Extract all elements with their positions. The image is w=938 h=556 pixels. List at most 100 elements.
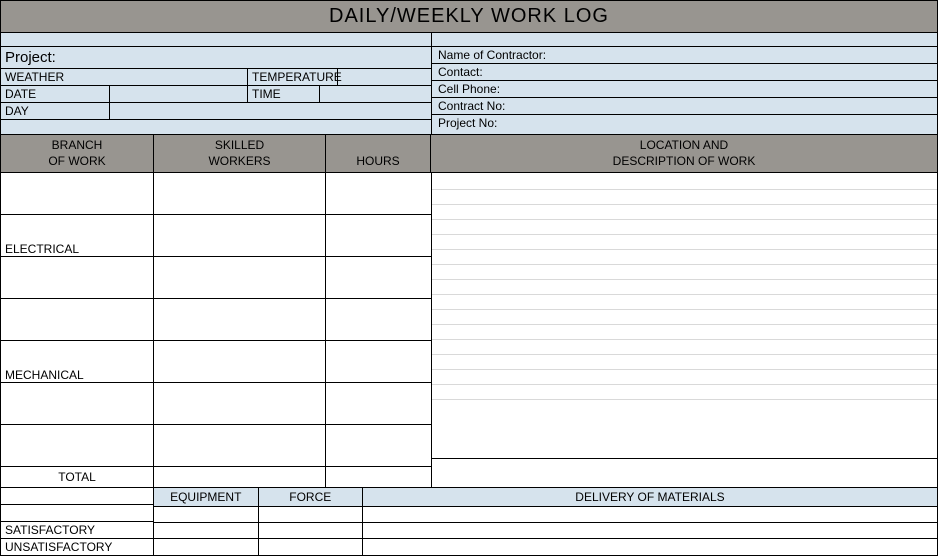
table-row <box>1 173 431 215</box>
description-line[interactable] <box>432 280 937 295</box>
branch-cell[interactable] <box>1 425 154 466</box>
day-value[interactable] <box>110 103 431 119</box>
bottom-right: DELIVERY OF MATERIALS <box>363 488 937 555</box>
description-line[interactable] <box>432 340 937 355</box>
equip-force-row <box>154 507 362 523</box>
branch-cell[interactable]: ELECTRICAL <box>1 215 154 256</box>
columns-header: BRANCH OF WORK SKILLED WORKERS HOURS LOC… <box>1 134 937 173</box>
mid-body: ELECTRICAL MECHANICAL <box>1 173 937 487</box>
hours-cell[interactable] <box>326 425 431 466</box>
description-lines <box>432 173 937 417</box>
description-line[interactable] <box>432 370 937 385</box>
force-cell[interactable] <box>259 523 363 538</box>
projectno-label: Project No: <box>432 115 937 131</box>
description-line[interactable] <box>432 250 937 265</box>
hours-cell[interactable] <box>326 341 431 382</box>
equipment-cell[interactable] <box>154 523 259 538</box>
description-line[interactable] <box>432 220 937 235</box>
table-row <box>1 425 431 467</box>
description-line[interactable] <box>432 400 937 415</box>
skilled-cell[interactable] <box>154 341 326 382</box>
branch-header-l1: BRANCH <box>52 138 103 152</box>
hours-cell[interactable] <box>326 173 431 214</box>
hours-header: HOURS <box>326 135 431 172</box>
description-blank[interactable] <box>432 417 937 459</box>
skilled-header-l1: SKILLED <box>215 138 264 152</box>
force-cell[interactable] <box>259 507 363 522</box>
header-left: Project: WEATHER TEMPERATURE DATE TIME D… <box>1 33 432 134</box>
hours-header-text: HOURS <box>356 154 399 168</box>
description-line[interactable] <box>432 175 937 190</box>
description-line[interactable] <box>432 385 937 400</box>
description-line[interactable] <box>432 295 937 310</box>
hours-cell[interactable] <box>326 299 431 340</box>
hours-cell[interactable] <box>326 383 431 424</box>
skilled-cell[interactable] <box>154 299 326 340</box>
weather-label: WEATHER <box>1 69 248 85</box>
skilled-cell[interactable] <box>154 425 326 466</box>
header-right: Name of Contractor: Contact: Cell Phone:… <box>432 33 937 134</box>
day-label: DAY <box>1 103 110 119</box>
spacer <box>1 33 431 47</box>
skilled-cell[interactable] <box>154 383 326 424</box>
branch-cell[interactable] <box>1 257 154 298</box>
delivery-row[interactable] <box>363 507 937 523</box>
total-skilled[interactable] <box>154 467 326 487</box>
hours-cell[interactable] <box>326 215 431 256</box>
description-line[interactable] <box>432 265 937 280</box>
contractor-label: Name of Contractor: <box>432 47 937 64</box>
bottom-mid: EQUIPMENT FORCE <box>154 488 363 555</box>
spacer <box>1 120 431 134</box>
branch-cell[interactable] <box>1 173 154 214</box>
equipment-cell[interactable] <box>154 507 259 522</box>
table-row <box>1 299 431 341</box>
contact-label: Contact: <box>432 64 937 81</box>
branch-cell[interactable] <box>1 299 154 340</box>
skilled-header-l2: WORKERS <box>208 154 270 168</box>
skilled-cell[interactable] <box>154 215 326 256</box>
description-line[interactable] <box>432 190 937 205</box>
contractno-label: Contract No: <box>432 98 937 115</box>
total-row: TOTAL <box>1 467 431 487</box>
delivery-header: DELIVERY OF MATERIALS <box>363 488 937 507</box>
skilled-header: SKILLED WORKERS <box>154 135 326 172</box>
table-row: ELECTRICAL <box>1 215 431 257</box>
temperature-value[interactable] <box>338 69 431 85</box>
location-header-l2: DESCRIPTION OF WORK <box>613 154 756 168</box>
description-area[interactable] <box>431 173 937 487</box>
delivery-row[interactable] <box>363 523 937 539</box>
description-line[interactable] <box>432 355 937 370</box>
equip-force-header: EQUIPMENT FORCE <box>154 488 362 507</box>
total-hours[interactable] <box>326 467 431 487</box>
cellphone-label: Cell Phone: <box>432 81 937 98</box>
equip-force-row <box>154 539 362 555</box>
equip-force-row <box>154 523 362 539</box>
date-value[interactable] <box>110 86 248 102</box>
force-cell[interactable] <box>259 539 363 555</box>
time-value[interactable] <box>320 86 431 102</box>
delivery-row[interactable] <box>363 539 937 555</box>
bottom-left: SATISFACTORY UNSATISFACTORY <box>1 488 154 555</box>
description-line[interactable] <box>432 325 937 340</box>
work-log-form: DAILY/WEEKLY WORK LOG Project: WEATHER T… <box>0 0 938 556</box>
hours-cell[interactable] <box>326 257 431 298</box>
location-header: LOCATION AND DESCRIPTION OF WORK <box>431 135 937 172</box>
weather-row: WEATHER TEMPERATURE <box>1 69 431 86</box>
branch-cell[interactable] <box>1 383 154 424</box>
unsatisfactory-label: UNSATISFACTORY <box>1 539 153 555</box>
equipment-cell[interactable] <box>154 539 259 555</box>
branch-header-l2: OF WORK <box>48 154 105 168</box>
branch-cell[interactable]: MECHANICAL <box>1 341 154 382</box>
project-label: Project: <box>1 47 431 69</box>
temperature-label: TEMPERATURE <box>248 69 338 85</box>
header-section: Project: WEATHER TEMPERATURE DATE TIME D… <box>1 33 937 134</box>
description-line[interactable] <box>432 205 937 220</box>
work-table: ELECTRICAL MECHANICAL <box>1 173 431 487</box>
satisfactory-label: SATISFACTORY <box>1 522 153 539</box>
description-line[interactable] <box>432 310 937 325</box>
date-label: DATE <box>1 86 110 102</box>
skilled-cell[interactable] <box>154 173 326 214</box>
description-line[interactable] <box>432 235 937 250</box>
skilled-cell[interactable] <box>154 257 326 298</box>
date-time-row: DATE TIME <box>1 86 431 103</box>
